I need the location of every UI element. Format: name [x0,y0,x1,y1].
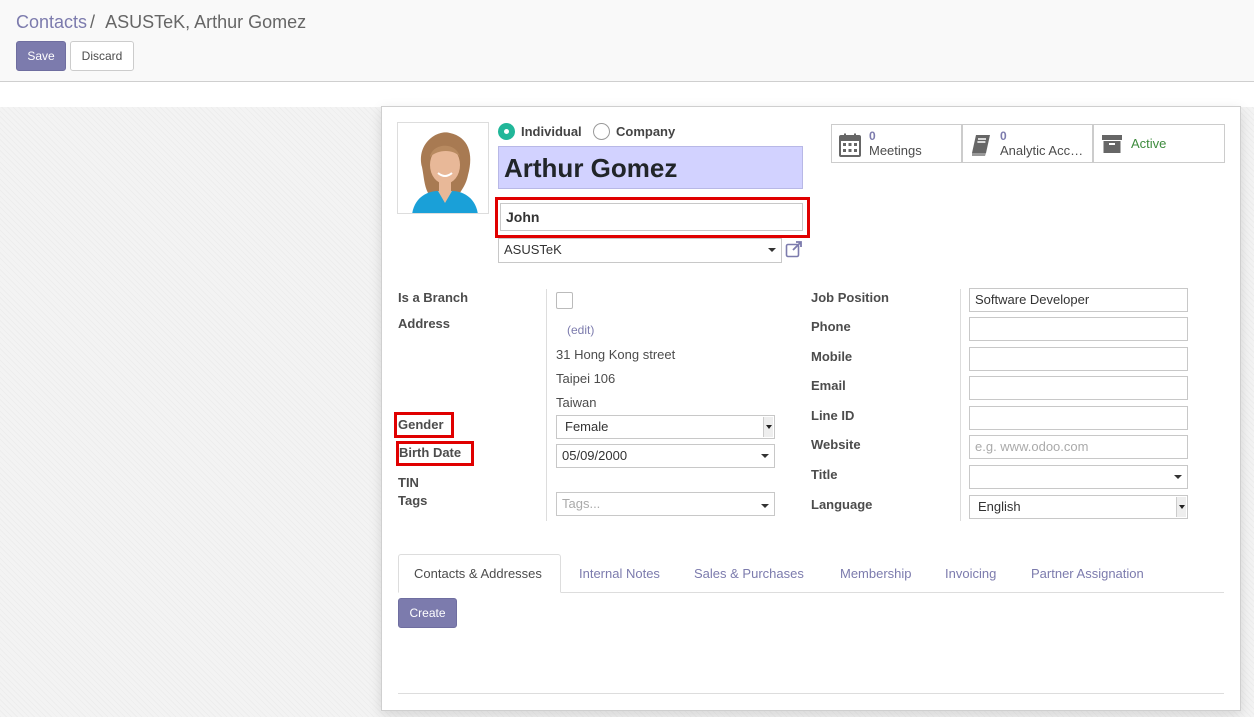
gender-select[interactable]: Female [556,415,775,439]
tab-internal-notes[interactable]: Internal Notes [579,554,660,593]
breadcrumb-contacts-link[interactable]: Contacts [16,12,87,32]
email-input[interactable] [969,376,1188,400]
select-spinner-icon [1176,497,1186,517]
gender-value: Female [565,419,609,434]
language-select[interactable]: English [969,495,1188,519]
tab-partner-assignation[interactable]: Partner Assignation [1031,554,1144,593]
radio-individual[interactable]: Individual [498,123,582,140]
discard-button[interactable]: Discard [70,41,134,71]
gender-label: Gender [398,417,444,432]
language-label: Language [811,497,873,512]
book-icon [970,133,992,160]
chevron-down-icon [768,248,776,252]
address-edit-link[interactable]: (edit) [567,323,594,337]
radio-checked-icon [498,123,515,140]
radio-unchecked-icon [593,123,610,140]
analytic-count: 0 [1000,129,1007,143]
left-group-divider [546,289,547,521]
birth-date-value: 05/09/2000 [562,448,628,463]
archive-icon [1101,133,1123,158]
tab-invoicing[interactable]: Invoicing [945,554,996,593]
phone-label: Phone [811,319,851,334]
meetings-stat-button[interactable]: 0 Meetings [831,124,962,163]
active-label: Active [1131,136,1167,151]
tags-label: Tags [398,493,428,508]
form-sheet: Individual Company Arthur Gomez John ASU… [381,106,1241,711]
breadcrumb-current: ASUSTeK, Arthur Gomez [105,12,307,32]
radio-individual-label: Individual [521,124,582,139]
parent-company-select[interactable]: ASUSTeK [498,238,782,263]
control-panel: Contacts / ASUSTeK, Arthur Gomez Save Dis… [0,0,1254,82]
tab-membership[interactable]: Membership [840,554,912,593]
analytic-accounts-stat-button[interactable]: 0 Analytic Acc… [962,124,1093,163]
save-button[interactable]: Save [16,41,66,71]
tin-label: TIN [398,475,419,490]
birth-date-label: Birth Date [399,445,462,460]
breadcrumb-separator: / [90,12,96,32]
job-position-input[interactable]: Software Developer [969,288,1188,312]
job-position-label: Job Position [811,290,889,305]
contact-name-input[interactable]: Arthur Gomez [498,146,803,189]
chevron-down-icon [1174,475,1182,479]
chevron-down-icon [761,504,769,508]
website-label: Website [811,437,861,452]
parent-company-value: ASUSTeK [504,242,562,257]
phone-input[interactable] [969,317,1188,341]
active-toggle-button[interactable]: Active [1093,124,1225,163]
external-link-icon[interactable] [785,240,803,261]
contact-avatar[interactable] [397,122,489,214]
mobile-input[interactable] [969,347,1188,371]
website-placeholder: e.g. www.odoo.com [975,439,1089,454]
create-button[interactable]: Create [398,598,457,628]
analytic-label: Analytic Acc… [1000,143,1084,158]
radio-company[interactable]: Company [593,123,675,140]
middle-name-input[interactable]: John [500,203,803,231]
address-line-street: 31 Hong Kong street [556,347,676,362]
radio-company-label: Company [616,124,676,139]
title-label: Title [811,467,838,482]
tags-placeholder: Tags... [562,496,601,511]
mobile-label: Mobile [811,349,853,364]
address-line-country: Taiwan [556,395,597,410]
meetings-count: 0 [869,129,876,143]
is-branch-label: Is a Branch [398,290,469,305]
language-value: English [978,499,1021,514]
tags-input[interactable]: Tags... [556,492,775,516]
calendar-icon [839,133,861,160]
line-id-input[interactable] [969,406,1188,430]
address-label: Address [398,316,451,331]
chevron-down-icon [761,454,769,458]
tab-contacts-addresses[interactable]: Contacts & Addresses [398,554,561,593]
line-id-label: Line ID [811,408,855,423]
is-branch-checkbox[interactable] [556,292,573,309]
avatar-photo-icon [398,123,488,213]
address-line-city: Taipei 106 [556,371,616,386]
email-label: Email [811,378,846,393]
breadcrumb: Contacts / ASUSTeK, Arthur Gomez [16,12,306,33]
website-input[interactable]: e.g. www.odoo.com [969,435,1188,459]
select-spinner-icon [763,417,773,437]
birth-date-input[interactable]: 05/09/2000 [556,444,775,468]
meetings-label: Meetings [869,143,922,158]
tab-sales-purchases[interactable]: Sales & Purchases [694,554,804,593]
tab-content-bottom-border [398,693,1224,694]
title-select[interactable] [969,465,1188,489]
right-group-divider [960,289,961,521]
